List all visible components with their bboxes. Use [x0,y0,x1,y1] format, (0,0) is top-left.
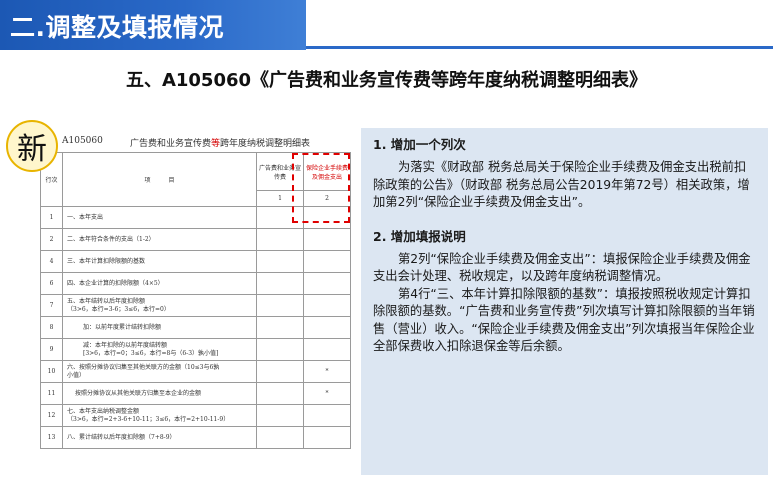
cell-col2 [303,404,351,427]
new-badge: 新 [6,120,58,172]
form-title-pre: 广告费和业务宣传费 [130,139,212,149]
form-code: A105060 [62,136,103,146]
cell-col2 [303,228,351,251]
row-no: 6 [40,272,63,295]
row-no: 13 [40,426,63,449]
section1-heading: 1. 增加一个列次 [373,137,466,152]
table-row: 9 减：本年扣除的以前年度结转额 [3>6，本行=0；3≤6，本行=8与（6-3… [40,338,351,361]
cell-col1 [256,228,304,251]
section2-body-1: 第2列“保险企业手续费及佣金支出”：填报保险企业手续费及佣金支出会计处理、税收规… [373,251,751,284]
section1-body: 为落实《财政部 税务总局关于保险企业手续费及佣金支出税前扣除政策的公告》（财政部… [373,160,750,209]
table-row: 6 四、本企业计算的扣除限额（4×5） [40,272,351,295]
highlight-box [292,153,350,223]
cell-col1 [256,250,304,273]
table-row: 10 六、按照分摊协议归集至其他关联方的金额（10≤3与6孰 小值） * [40,360,351,383]
form-title: 广告费和业务宣传费等跨年度纳税调整明细表 [130,136,310,149]
row-item: 按照分摊协议从其他关联方归集至本企业的金额 [62,382,257,405]
row-item: 四、本企业计算的扣除限额（4×5） [62,272,257,295]
row-item: 六、按照分摊协议归集至其他关联方的金额（10≤3与6孰 小值） [62,360,257,383]
cell-col2 [303,294,351,317]
row-item: 三、本年计算扣除限额的基数 [62,250,257,273]
cell-col1 [256,360,304,383]
cell-col1 [256,316,304,339]
table-row: 11 按照分摊协议从其他关联方归集至本企业的金额 * [40,382,351,405]
row-item: 五、本年结转以后年度扣除额 （3>6，本行=3-6；3≤6，本行=0） [62,294,257,317]
row-item: 一、本年支出 [62,206,257,229]
cell-col2 [303,338,351,361]
row-no: 11 [40,382,63,405]
table-row: 8 加：以前年度累计结转扣除额 [40,316,351,339]
cell-col2 [303,272,351,295]
row-no: 8 [40,316,63,339]
row-no: 2 [40,228,63,251]
section-banner: 二.调整及填报情况 [0,0,306,50]
row-no: 10 [40,360,63,383]
page-title: 五、A105060《广告费和业务宣传费等跨年度纳税调整明细表》 [125,70,648,91]
cell-col1 [256,272,304,295]
row-no: 7 [40,294,63,317]
header-item: 项 目 [62,152,257,207]
cell-col2: * [303,360,351,383]
form-title-post: 跨年度纳税调整明细表 [220,139,311,149]
table-row: 13 八、累计结转以后年度扣除额（7+8-9） [40,426,351,449]
cell-col2 [303,426,351,449]
table-row: 7 五、本年结转以后年度扣除额 （3>6，本行=3-6；3≤6，本行=0） [40,294,351,317]
table-row: 12 七、本年支出纳税调整金额 （3>6，本行=2+3-6+10-11；3≤6，… [40,404,351,427]
row-item: 八、累计结转以后年度扣除额（7+8-9） [62,426,257,449]
cell-col2 [303,250,351,273]
row-item: 加：以前年度累计结转扣除额 [62,316,257,339]
section2-heading: 2. 增加填报说明 [373,228,466,244]
row-no: 12 [40,404,63,427]
row-item: 减：本年扣除的以前年度结转额 [3>6，本行=0；3≤6，本行=8与（6-3）孰… [62,338,257,361]
cell-col1 [256,382,304,405]
table-row: 2 二、本年符合条件的支出（1-2） [40,228,351,251]
cell-col1 [256,426,304,449]
cell-col1 [256,338,304,361]
row-no: 1 [40,206,63,229]
table-row: 4 三、本年计算扣除限额的基数 [40,250,351,273]
cell-col1 [256,404,304,427]
row-item: 二、本年符合条件的支出（1-2） [62,228,257,251]
row-item: 七、本年支出纳税调整金额 （3>6，本行=2+3-6+10-11；3≤6，本行=… [62,404,257,427]
explanation-panel: 1. 增加一个列次 为落实《财政部 税务总局关于保险企业手续费及佣金支出税前扣除… [361,128,768,475]
row-no: 9 [40,338,63,361]
cell-col1 [256,294,304,317]
cell-col2 [303,316,351,339]
section2-body-2: 第4行“三、本年计算扣除限额的基数”：填报按照税收规定计算扣除限额的基数。“广告… [373,286,755,354]
row-no: 4 [40,250,63,273]
new-badge-label: 新 [17,132,47,167]
section-title: 二.调整及填报情况 [10,13,224,42]
cell-col2: * [303,382,351,405]
form-title-highlight: 等 [211,139,221,149]
header-divider [306,46,773,49]
